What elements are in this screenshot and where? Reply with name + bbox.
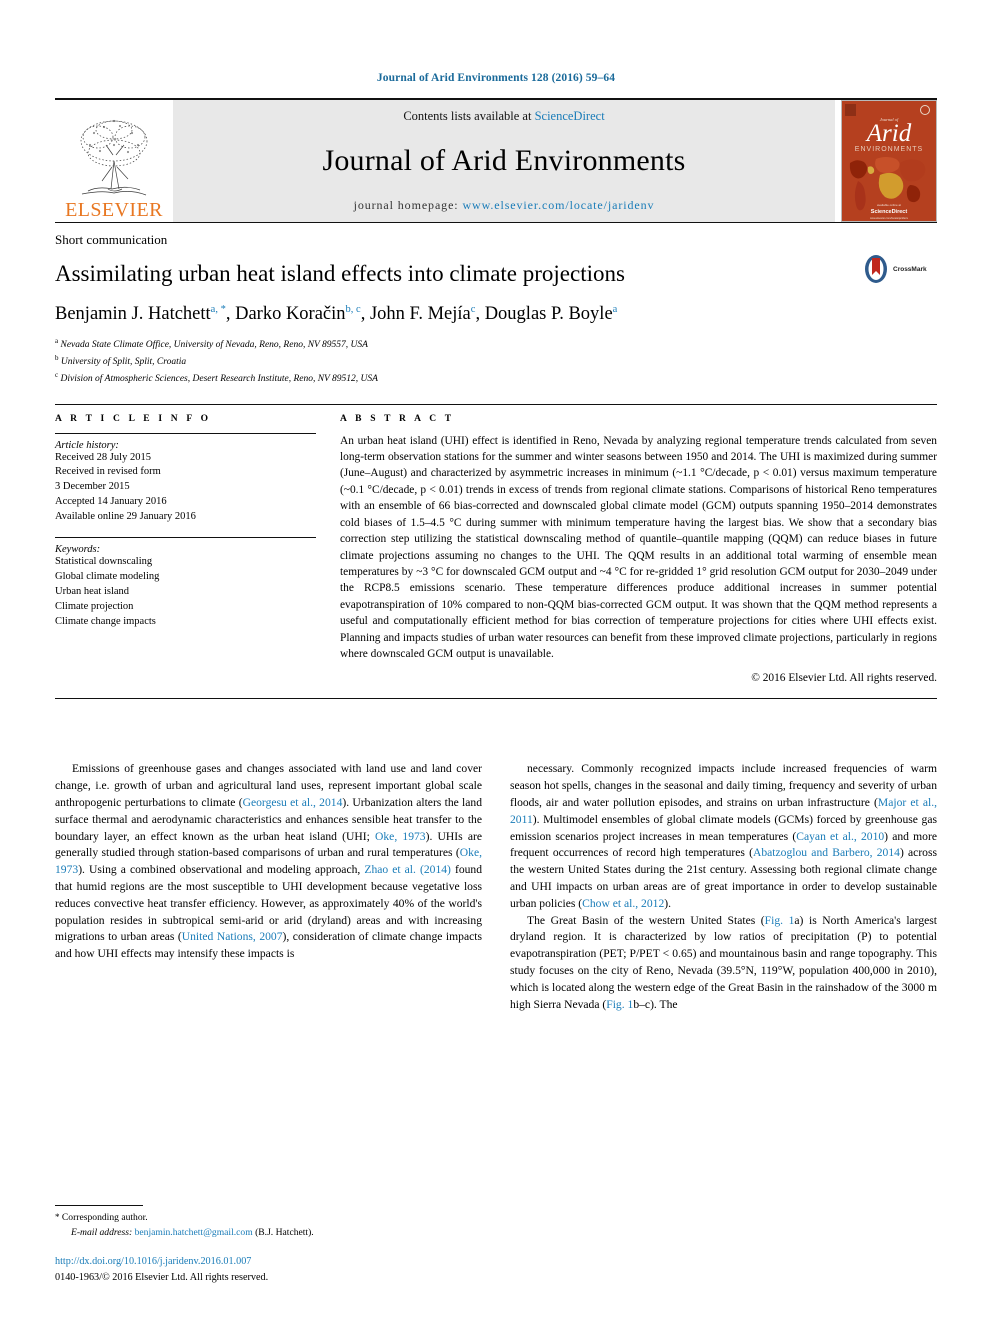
corresponding-author-note: * Corresponding author.	[55, 1211, 475, 1225]
author-3-name: Douglas P. Boyle	[484, 303, 613, 324]
page-title: Assimilating urban heat island effects i…	[55, 261, 625, 286]
crossmark-badge[interactable]: CrossMark	[861, 254, 937, 284]
body-column-left: Emissions of greenhouse gases and change…	[55, 761, 482, 1013]
elsevier-wordmark: ELSEVIER	[65, 199, 163, 221]
body-column-right: necessary. Commonly recognized impacts i…	[510, 761, 937, 1013]
body-columns: Emissions of greenhouse gases and change…	[55, 761, 937, 1013]
article-history-block: Article history: Received 28 July 2015 R…	[55, 432, 316, 526]
corresponding-author-label: Corresponding author.	[61, 1212, 148, 1224]
affiliation-a: a Nevada State Climate Office, Universit…	[55, 336, 937, 353]
issn-copyright-line: 0140-1963/© 2016 Elsevier Ltd. All right…	[55, 1272, 269, 1283]
article-history-title: Article history:	[55, 439, 119, 451]
affiliation-b-text: University of Split, Split, Croatia	[60, 356, 187, 367]
body-paragraph-1: Emissions of greenhouse gases and change…	[55, 762, 483, 961]
journal-cover-art: Journal of Arid ENVIRONMENTS available o…	[842, 101, 936, 221]
author-2: John F. Mejíac	[370, 304, 475, 324]
journal-banner: Contents lists available at ScienceDirec…	[173, 100, 835, 222]
footnote-area: * Corresponding author. E-mail address: …	[55, 1205, 475, 1285]
history-line-4: Available online 29 January 2016	[55, 511, 196, 523]
email-note: E-mail address: benjamin.hatchett@gmail.…	[55, 1226, 475, 1240]
history-line-0: Received 28 July 2015	[55, 451, 151, 463]
article-info-abstract-section: A R T I C L E I N F O A B S T R A C T Ar…	[55, 403, 937, 700]
author-2-marks: c	[470, 303, 476, 315]
author-3: Douglas P. Boylea	[485, 304, 618, 324]
running-head: Journal of Arid Environments 128 (2016) …	[376, 72, 616, 84]
author-3-marks: a	[612, 303, 618, 315]
author-1-marks: b, c	[345, 303, 361, 315]
keywords-title: Keywords:	[55, 544, 101, 556]
abstract-header: A B S T R A C T	[340, 413, 455, 424]
author-2-name: John F. Mejía	[369, 303, 471, 324]
keyword-4: Climate change impacts	[55, 615, 156, 627]
history-line-3: Accepted 14 January 2016	[55, 496, 167, 508]
email-suffix: (B.J. Hatchett).	[255, 1226, 314, 1238]
contents-prefix: Contents lists available at	[403, 109, 535, 123]
keyword-1: Global climate modeling	[55, 571, 160, 582]
email-label: E-mail address:	[71, 1226, 133, 1238]
contents-list-line: Contents lists available at ScienceDirec…	[403, 109, 604, 124]
affiliation-c: c Division of Atmospheric Sciences, Dese…	[55, 370, 937, 387]
elsevier-tree-icon	[80, 119, 148, 196]
history-line-1: Received in revised form	[55, 466, 161, 478]
author-1-name: Darko Koračin	[235, 303, 346, 324]
body-paragraph-3: The Great Basin of the western United St…	[510, 913, 938, 1011]
keywords-block: Keywords: Statistical downscaling Global…	[55, 537, 316, 630]
footnote-rule	[55, 1205, 143, 1207]
email-link[interactable]: benjamin.hatchett@gmail.com	[135, 1227, 253, 1238]
author-list: Benjamin J. Hatchetta, *, Darko Koračinb…	[55, 303, 618, 324]
info-body-row: Article history: Received 28 July 2015 R…	[55, 428, 937, 699]
journal-cover-thumbnail[interactable]: Journal of Arid ENVIRONMENTS available o…	[841, 100, 937, 222]
abstract-column: An urban heat island (UHI) effect is ide…	[340, 428, 937, 685]
body-paragraph-2: necessary. Commonly recognized impacts i…	[510, 762, 938, 910]
article-type-kicker: Short communication	[55, 232, 168, 247]
author-0: Benjamin J. Hatchetta, *	[55, 304, 226, 324]
svg-text:ScienceDirect: ScienceDirect	[871, 209, 908, 215]
journal-masthead: ELSEVIER Contents lists available at Sci…	[55, 98, 937, 222]
author-0-name: Benjamin J. Hatchett	[55, 303, 211, 324]
journal-title: Journal of Arid Environments	[322, 144, 686, 177]
title-row: Assimilating urban heat island effects i…	[55, 255, 937, 289]
svg-text:Arid: Arid	[865, 120, 912, 147]
author-0-marks: a, *	[210, 303, 226, 315]
homepage-label: journal homepage:	[353, 198, 463, 212]
affiliation-b: b University of Split, Split, Croatia	[55, 353, 937, 370]
affiliation-a-mark: a	[55, 336, 59, 345]
keyword-3: Climate projection	[55, 600, 134, 612]
title-divider	[55, 222, 937, 223]
history-line-2: 3 December 2015	[55, 481, 130, 493]
journal-homepage-line: journal homepage: www.elsevier.com/locat…	[354, 198, 655, 213]
doi-block: http://dx.doi.org/10.1016/j.jaridenv.201…	[55, 1256, 475, 1285]
elsevier-logo: ELSEVIER	[55, 100, 173, 222]
article-info-column: Article history: Received 28 July 2015 R…	[55, 428, 340, 685]
svg-text:available online at: available online at	[877, 203, 901, 207]
doi-link[interactable]: http://dx.doi.org/10.1016/j.jaridenv.201…	[55, 1256, 475, 1267]
paper-page: Journal of Arid Environments 128 (2016) …	[0, 0, 992, 1323]
svg-text:ENVIRONMENTS: ENVIRONMENTS	[855, 146, 923, 153]
affiliation-list: a Nevada State Climate Office, Universit…	[55, 336, 937, 387]
info-headers-row: A R T I C L E I N F O A B S T R A C T	[55, 405, 937, 428]
corresponding-author-star: *	[55, 1212, 60, 1223]
homepage-url-link[interactable]: www.elsevier.com/locate/jaridenv	[462, 198, 654, 212]
sciencedirect-link[interactable]: ScienceDirect	[535, 109, 605, 123]
affiliation-c-mark: c	[55, 370, 59, 379]
keyword-0: Statistical downscaling	[55, 556, 153, 568]
crossmark-icon	[865, 255, 887, 283]
svg-text:www.elsevier.com/locate/jaride: www.elsevier.com/locate/jaridenv	[870, 216, 909, 220]
affiliation-c-text: Division of Atmospheric Sciences, Desert…	[60, 373, 378, 384]
crossmark-label: CrossMark	[893, 265, 927, 273]
affiliation-a-text: Nevada State Climate Office, University …	[60, 339, 368, 350]
article-info-header: A R T I C L E I N F O	[55, 413, 212, 424]
author-1: Darko Koračinb, c	[235, 304, 361, 324]
abstract-text: An urban heat island (UHI) effect is ide…	[340, 434, 937, 661]
keyword-2: Urban heat island	[55, 585, 130, 597]
affiliation-b-mark: b	[55, 353, 59, 362]
abstract-copyright: © 2016 Elsevier Ltd. All rights reserved…	[751, 672, 937, 685]
